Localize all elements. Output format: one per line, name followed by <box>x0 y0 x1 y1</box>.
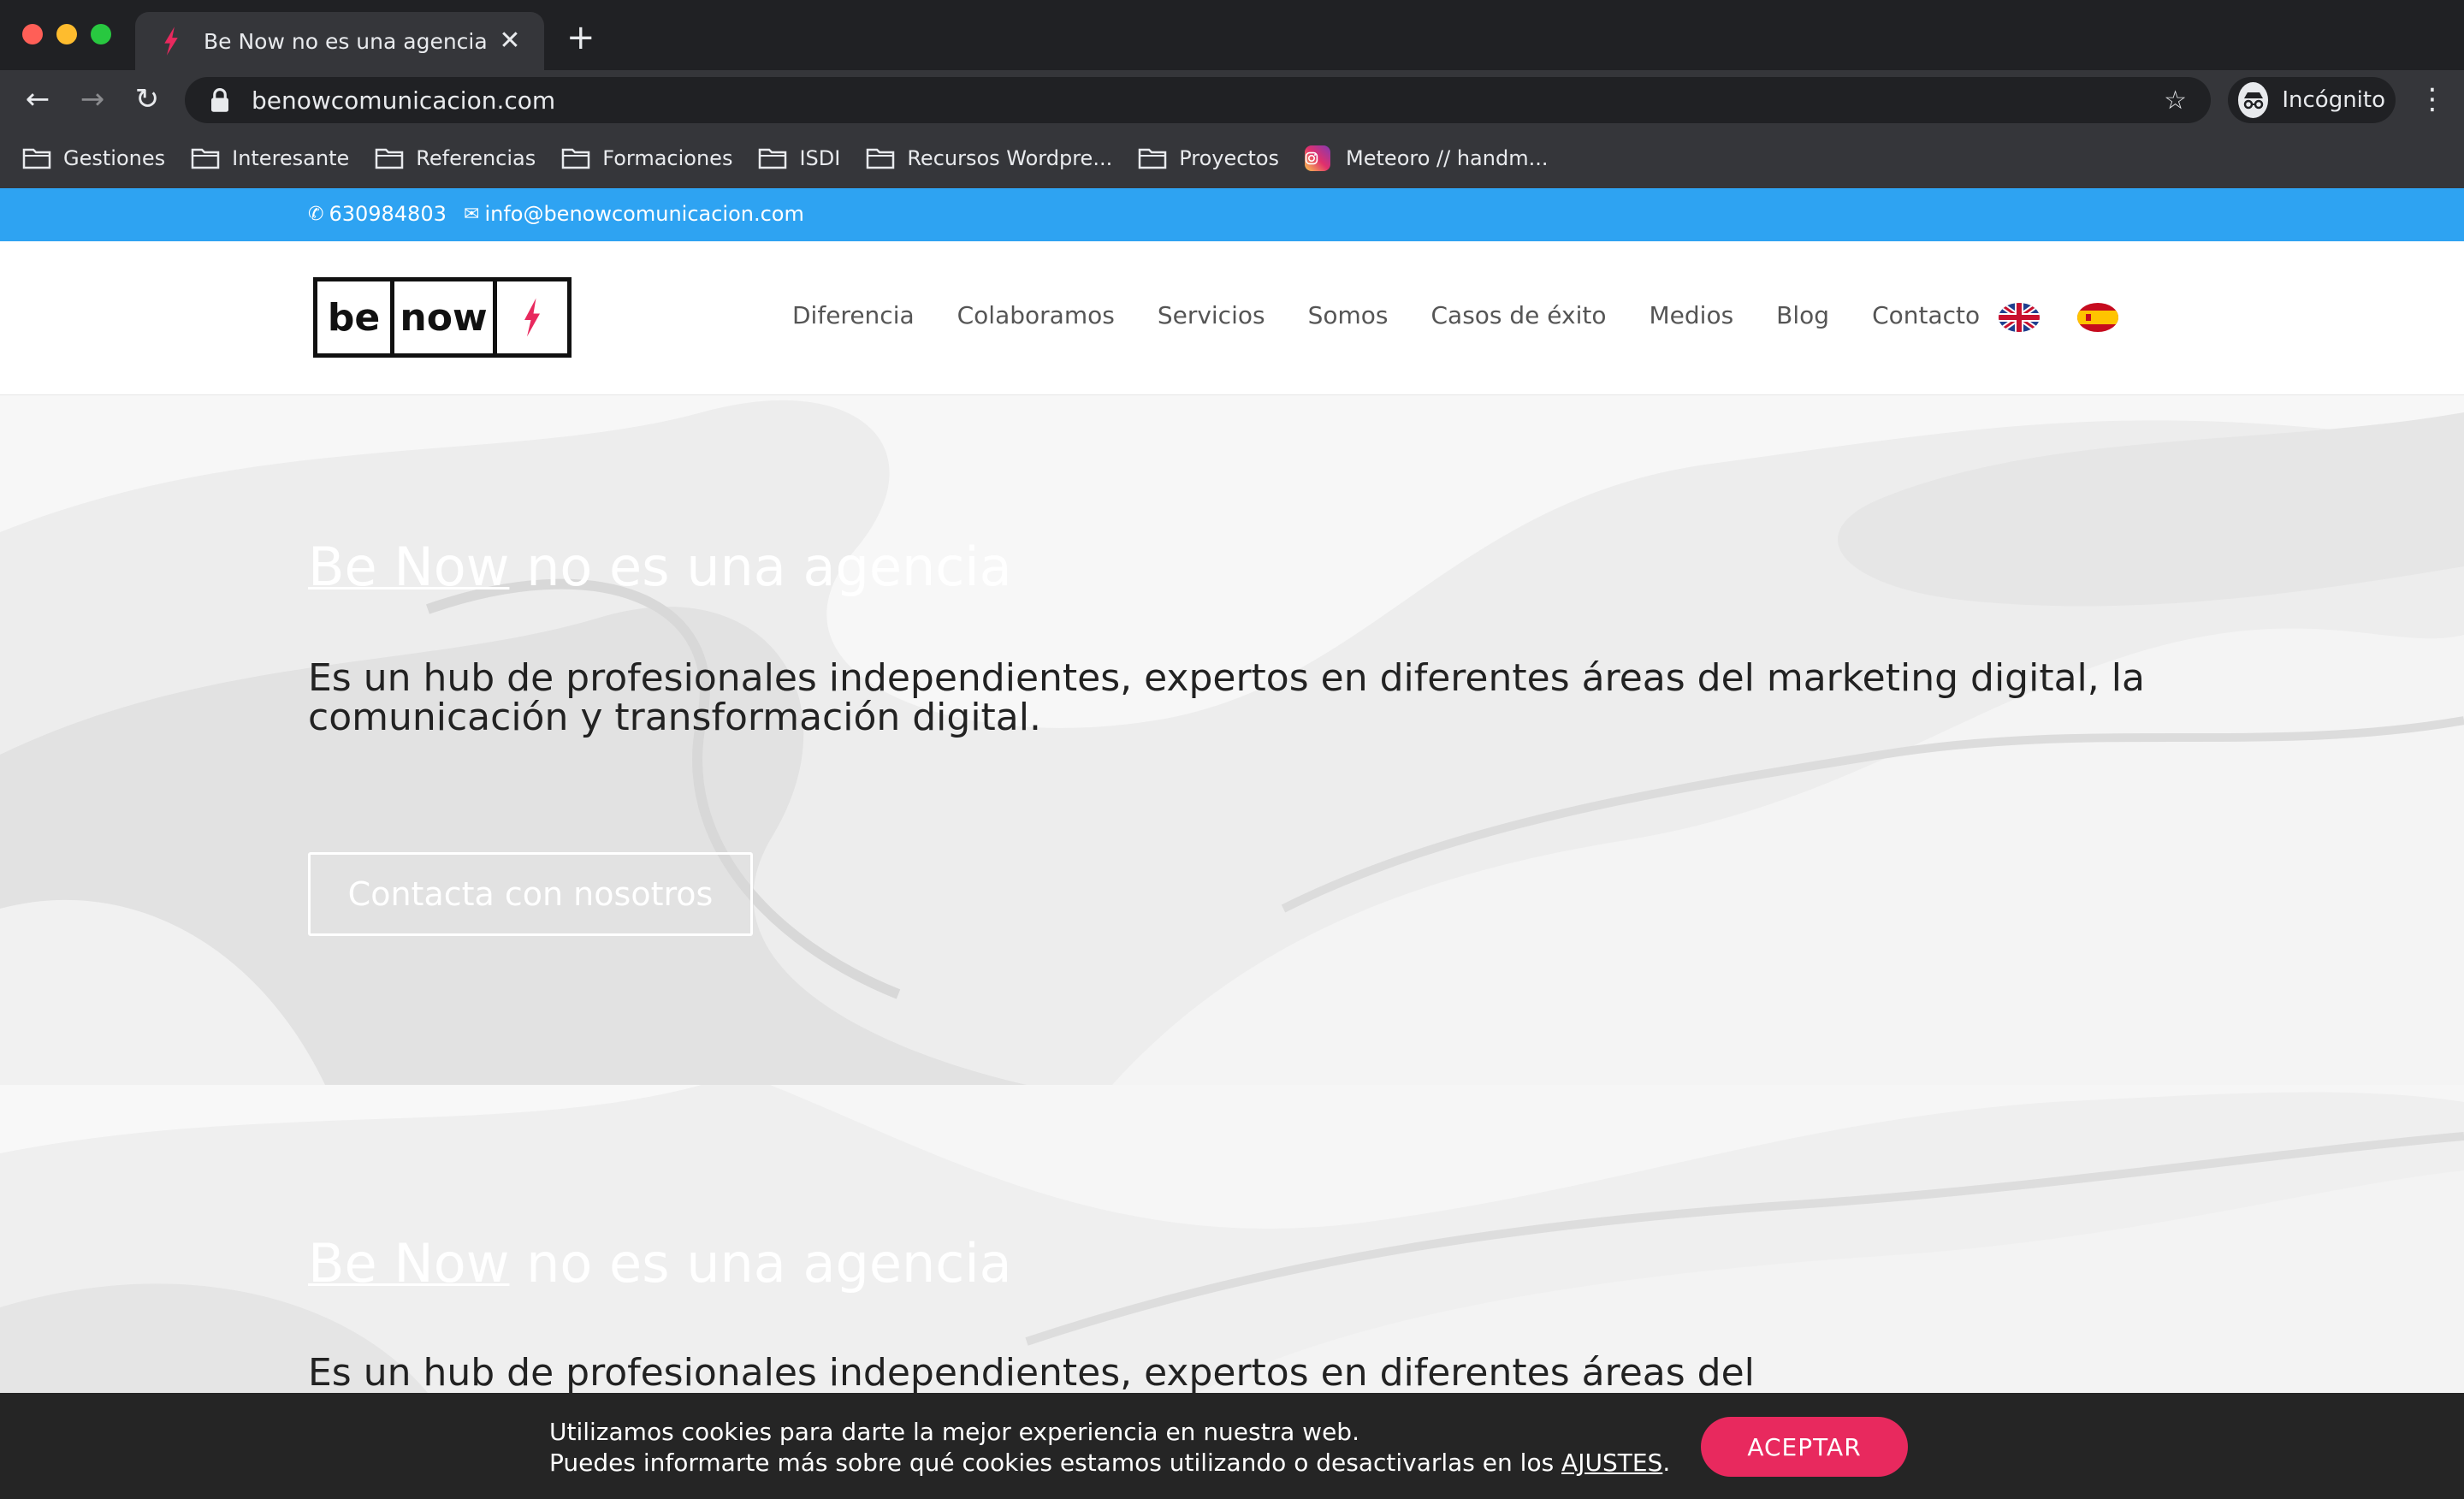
folder-icon <box>1138 148 1167 169</box>
browser-tab-active[interactable]: Be Now no es una agencia ✕ <box>135 12 544 70</box>
phone-link[interactable]: ✆ 630984803 <box>308 202 447 226</box>
bookmark-item[interactable]: Meteoro // handm... <box>1305 145 1548 171</box>
hero-section: Be Now no es una agencia Es un hub de pr… <box>0 395 2464 1085</box>
nav-colaboramos[interactable]: Colaboramos <box>957 301 1115 329</box>
nav-medios[interactable]: Medios <box>1650 301 1734 329</box>
bookmark-star-icon[interactable]: ☆ <box>2164 86 2187 116</box>
hero2-title-rest: no es una agencia <box>509 1232 1012 1295</box>
incognito-profile-button[interactable]: Incógnito <box>2228 77 2396 123</box>
hero2-title-brand-link[interactable]: Be Now <box>308 1232 509 1295</box>
bookmark-item[interactable]: Referencias <box>375 146 536 170</box>
folder-icon <box>22 148 51 169</box>
uk-flag-icon[interactable] <box>1999 303 2040 332</box>
address-bar[interactable]: benowcomunicacion.com ☆ <box>185 77 2211 123</box>
contact-us-button[interactable]: Contacta con nosotros <box>308 852 753 936</box>
phone-number: 630984803 <box>329 202 447 226</box>
bookmark-label: Recursos Wordpre... <box>907 146 1113 170</box>
logo-word-now: now <box>394 281 497 353</box>
cookie-message: Utilizamos cookies para darte la mejor e… <box>549 1417 1670 1478</box>
email-link[interactable]: ✉ info@benowcomunicacion.com <box>464 202 804 226</box>
cookie-settings-link[interactable]: AJUSTES <box>1561 1449 1662 1477</box>
bookmark-item[interactable]: Interesante <box>191 146 349 170</box>
contact-topbar: ✆ 630984803 ✉ info@benowcomunicacion.com <box>0 188 2464 241</box>
cookie-line-2: Puedes informarte más sobre qué cookies … <box>549 1448 1670 1478</box>
lightning-icon <box>164 27 178 56</box>
bookmark-label: Meteoro // handm... <box>1346 146 1549 170</box>
hero-section-secondary: Be Now no es una agencia Es un hub de pr… <box>0 1085 2464 1393</box>
instagram-icon <box>1305 145 1331 171</box>
folder-icon <box>562 148 590 169</box>
browser-menu-icon[interactable]: ⋮ <box>2418 82 2447 116</box>
bookmark-item[interactable]: ISDI <box>758 146 840 170</box>
cookie-line-2-end: . <box>1662 1449 1671 1477</box>
bookmark-item[interactable]: Formaciones <box>561 146 732 170</box>
bookmark-item[interactable]: Recursos Wordpre... <box>866 146 1112 170</box>
reload-icon[interactable]: ↻ <box>130 82 164 116</box>
nav-blog[interactable]: Blog <box>1776 301 1829 329</box>
bookmark-label: ISDI <box>799 146 841 170</box>
cookie-line-2-text: Puedes informarte más sobre qué cookies … <box>549 1449 1562 1477</box>
bookmark-label: Gestiones <box>63 146 166 170</box>
spain-flag-icon[interactable] <box>2077 303 2118 332</box>
folder-icon <box>759 148 787 169</box>
site-logo[interactable]: be now <box>313 277 572 358</box>
new-tab-button[interactable]: + <box>566 21 595 55</box>
nav-contacto[interactable]: Contacto <box>1872 301 1980 329</box>
incognito-icon <box>2238 82 2269 118</box>
minimize-window-button[interactable] <box>56 24 77 44</box>
logo-word-be: be <box>317 281 394 353</box>
hero2-description: Es un hub de profesionales independiente… <box>308 1351 1755 1393</box>
nav-casos-de-exito[interactable]: Casos de éxito <box>1430 301 1606 329</box>
bookmark-label: Proyectos <box>1179 146 1280 170</box>
browser-toolbar: ← → ↻ benowcomunicacion.com ☆ Incógnito … <box>0 70 2464 128</box>
bookmark-label: Interesante <box>232 146 350 170</box>
bookmarks-bar: Gestiones Interesante Referencias Formac… <box>0 128 2464 188</box>
incognito-label: Incógnito <box>2282 87 2385 113</box>
folder-icon <box>867 148 895 169</box>
lock-icon <box>211 87 228 112</box>
url-text: benowcomunicacion.com <box>252 86 556 115</box>
hero-description: Es un hub de profesionales independiente… <box>308 656 2145 739</box>
phone-icon: ✆ <box>308 203 324 225</box>
folder-icon <box>191 148 220 169</box>
nav-diferencia[interactable]: Diferencia <box>792 301 915 329</box>
cookie-line-1: Utilizamos cookies para darte la mejor e… <box>549 1418 1359 1446</box>
nav-somos[interactable]: Somos <box>1308 301 1389 329</box>
mail-icon: ✉ <box>464 203 480 225</box>
forward-icon[interactable]: → <box>75 82 110 116</box>
folder-icon <box>376 148 404 169</box>
close-tab-icon[interactable]: ✕ <box>496 28 524 54</box>
bookmark-item[interactable]: Proyectos <box>1138 146 1279 170</box>
hero-title-rest: no es una agencia <box>509 536 1012 598</box>
bookmark-label: Referencias <box>416 146 536 170</box>
back-icon[interactable]: ← <box>21 82 55 116</box>
hero2-title: Be Now no es una agencia <box>308 1232 1012 1295</box>
browser-tab-strip: Be Now no es una agencia ✕ + <box>0 0 2464 70</box>
tab-title: Be Now no es una agencia <box>204 28 488 54</box>
nav-servicios[interactable]: Servicios <box>1158 301 1265 329</box>
email-address: info@benowcomunicacion.com <box>484 202 804 226</box>
main-navigation: Diferencia Colaboramos Servicios Somos C… <box>792 301 2023 329</box>
zoom-window-button[interactable] <box>91 24 111 44</box>
bookmark-label: Formaciones <box>602 146 733 170</box>
site-header: be now Diferencia Colaboramos Servicios … <box>0 241 2464 395</box>
close-window-button[interactable] <box>22 24 43 44</box>
cookie-banner: Utilizamos cookies para darte la mejor e… <box>0 1393 2464 1499</box>
hero-title: Be Now no es una agencia <box>308 536 1012 598</box>
accept-cookies-button[interactable]: ACEPTAR <box>1701 1417 1908 1477</box>
lightning-icon <box>497 281 567 353</box>
wave-background <box>0 395 2464 1085</box>
bookmark-item[interactable]: Gestiones <box>22 146 165 170</box>
hero-title-brand-link[interactable]: Be Now <box>308 536 509 598</box>
